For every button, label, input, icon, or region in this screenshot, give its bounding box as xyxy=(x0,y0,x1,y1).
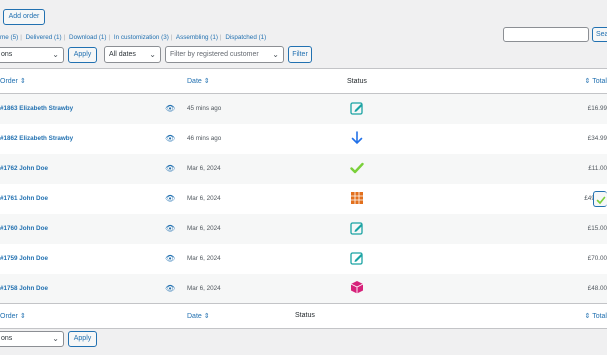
sort-icon: ⇕ xyxy=(19,78,26,85)
order-column-footer[interactable]: Order ⇕ xyxy=(0,313,26,320)
sort-icon: ⇕ xyxy=(203,313,210,320)
pencil-edit-icon xyxy=(350,102,363,115)
bulk-actions-select-bottom[interactable]: ons ⌄ xyxy=(0,331,64,347)
view-in-customization[interactable]: In customization (3) xyxy=(114,34,169,41)
view-dispatched[interactable]: Dispatched (1) xyxy=(225,34,266,41)
order-date: Mar 6, 2024 xyxy=(187,195,221,202)
table-row[interactable]: #1762 John Doe 👁 Mar 6, 2024 £11.00 xyxy=(0,153,607,184)
order-link[interactable]: #1759 John Doe xyxy=(0,255,48,262)
dates-select[interactable]: All dates ⌄ xyxy=(104,46,161,63)
checkmark-icon xyxy=(596,196,606,204)
order-date: Mar 6, 2024 xyxy=(187,255,221,262)
checkmark-icon xyxy=(350,162,364,173)
table-row[interactable]: #1761 John Doe 👁 Mar 6, 2024 £499.00 xyxy=(0,184,607,214)
order-total: £16.99 xyxy=(587,105,607,113)
eye-preview-icon[interactable]: 👁 xyxy=(165,164,175,173)
customer-filter-select[interactable]: Filter by registered customer ⌄ xyxy=(165,46,284,63)
sort-icon: ⇕ xyxy=(584,78,591,85)
order-total: £15.00 xyxy=(587,225,607,232)
eye-preview-icon[interactable]: 👁 xyxy=(165,134,175,143)
view-download[interactable]: Download (1) xyxy=(69,34,106,41)
chevron-down-icon: ⌄ xyxy=(52,334,59,343)
order-date: 45 mins ago xyxy=(187,105,222,113)
view-delivered[interactable]: Delivered (1) xyxy=(26,34,62,41)
chevron-down-icon: ⌄ xyxy=(52,50,59,59)
arrow-down-icon xyxy=(351,130,363,144)
eye-preview-icon[interactable]: 👁 xyxy=(165,194,175,203)
table-row[interactable]: #1862 Elizabeth Strawby 👁 46 mins ago £3… xyxy=(0,124,607,154)
pencil-edit-icon xyxy=(350,251,363,265)
assembling-grid-icon xyxy=(351,191,363,204)
eye-preview-icon[interactable]: 👁 xyxy=(165,224,175,233)
eye-preview-icon[interactable]: 👁 xyxy=(165,254,175,263)
search-input[interactable] xyxy=(503,27,589,42)
order-link[interactable]: #1862 Elizabeth Strawby xyxy=(0,135,73,142)
order-column-header[interactable]: Order ⇕ xyxy=(0,78,26,85)
order-total: £70.00 xyxy=(587,255,607,262)
view-assembling[interactable]: Assembling (1) xyxy=(176,34,218,41)
sort-icon: ⇕ xyxy=(19,313,26,320)
apply-button-bottom[interactable]: Apply xyxy=(68,331,97,347)
view-all[interactable]: me (5) xyxy=(0,34,18,41)
complete-action-button[interactable] xyxy=(593,190,607,207)
table-row[interactable]: #1758 John Doe 👁 Mar 6, 2024 £48.00 xyxy=(0,273,607,304)
search-button[interactable]: Sea xyxy=(592,27,607,42)
order-total: £48.00 xyxy=(587,284,607,292)
table-row[interactable]: #1760 John Doe 👁 Mar 6, 2024 £15.00 xyxy=(0,213,607,244)
chevron-down-icon: ⌄ xyxy=(272,50,279,59)
order-link[interactable]: #1761 John Doe xyxy=(0,195,48,202)
status-column-header: Status xyxy=(347,77,367,85)
order-date: Mar 6, 2024 xyxy=(187,284,221,292)
total-column-footer[interactable]: ⇕ Total xyxy=(585,313,607,320)
apply-button[interactable]: Apply xyxy=(68,47,97,63)
order-date: Mar 6, 2024 xyxy=(187,225,221,232)
date-column-footer[interactable]: Date ⇕ xyxy=(187,313,210,320)
package-box-icon xyxy=(350,281,364,294)
sort-icon: ⇕ xyxy=(584,313,591,320)
add-order-button[interactable]: Add order xyxy=(3,9,45,25)
chevron-down-icon: ⌄ xyxy=(149,50,156,59)
order-link[interactable]: #1863 Elizabeth Strawby xyxy=(0,105,73,112)
order-link[interactable]: #1758 John Doe xyxy=(0,285,48,292)
bulk-actions-select[interactable]: ons ⌄ xyxy=(0,47,64,63)
table-row[interactable]: #1759 John Doe 👁 Mar 6, 2024 £70.00 xyxy=(0,244,607,274)
status-column-footer: Status xyxy=(295,312,315,319)
table-header: Order ⇕ Date ⇕ Status ⇕ Total xyxy=(0,68,607,94)
table-footer: Order ⇕ Date ⇕ Status ⇕ Total xyxy=(0,303,607,329)
order-date: Mar 6, 2024 xyxy=(187,165,221,172)
order-link[interactable]: #1762 John Doe xyxy=(0,165,48,172)
status-views: me (5) | Delivered (1) | Download (1) | In … xyxy=(0,34,267,41)
order-total: £11.00 xyxy=(588,165,607,172)
orders-table: Order ⇕ Date ⇕ Status ⇕ Total #1863 Eliz… xyxy=(0,68,607,329)
total-column-header[interactable]: ⇕ Total xyxy=(585,78,607,85)
eye-preview-icon[interactable]: 👁 xyxy=(165,104,175,113)
order-total: £34.99 xyxy=(587,135,607,142)
order-date: 46 mins ago xyxy=(187,135,222,142)
pencil-edit-icon xyxy=(350,221,363,235)
filter-button[interactable]: Filter xyxy=(288,46,312,63)
date-column-header[interactable]: Date ⇕ xyxy=(187,78,210,85)
order-link[interactable]: #1760 John Doe xyxy=(0,225,48,232)
sort-icon: ⇕ xyxy=(203,78,210,85)
table-row[interactable]: #1863 Elizabeth Strawby 👁 45 mins ago £1… xyxy=(0,93,607,124)
eye-preview-icon[interactable]: 👁 xyxy=(165,284,175,293)
